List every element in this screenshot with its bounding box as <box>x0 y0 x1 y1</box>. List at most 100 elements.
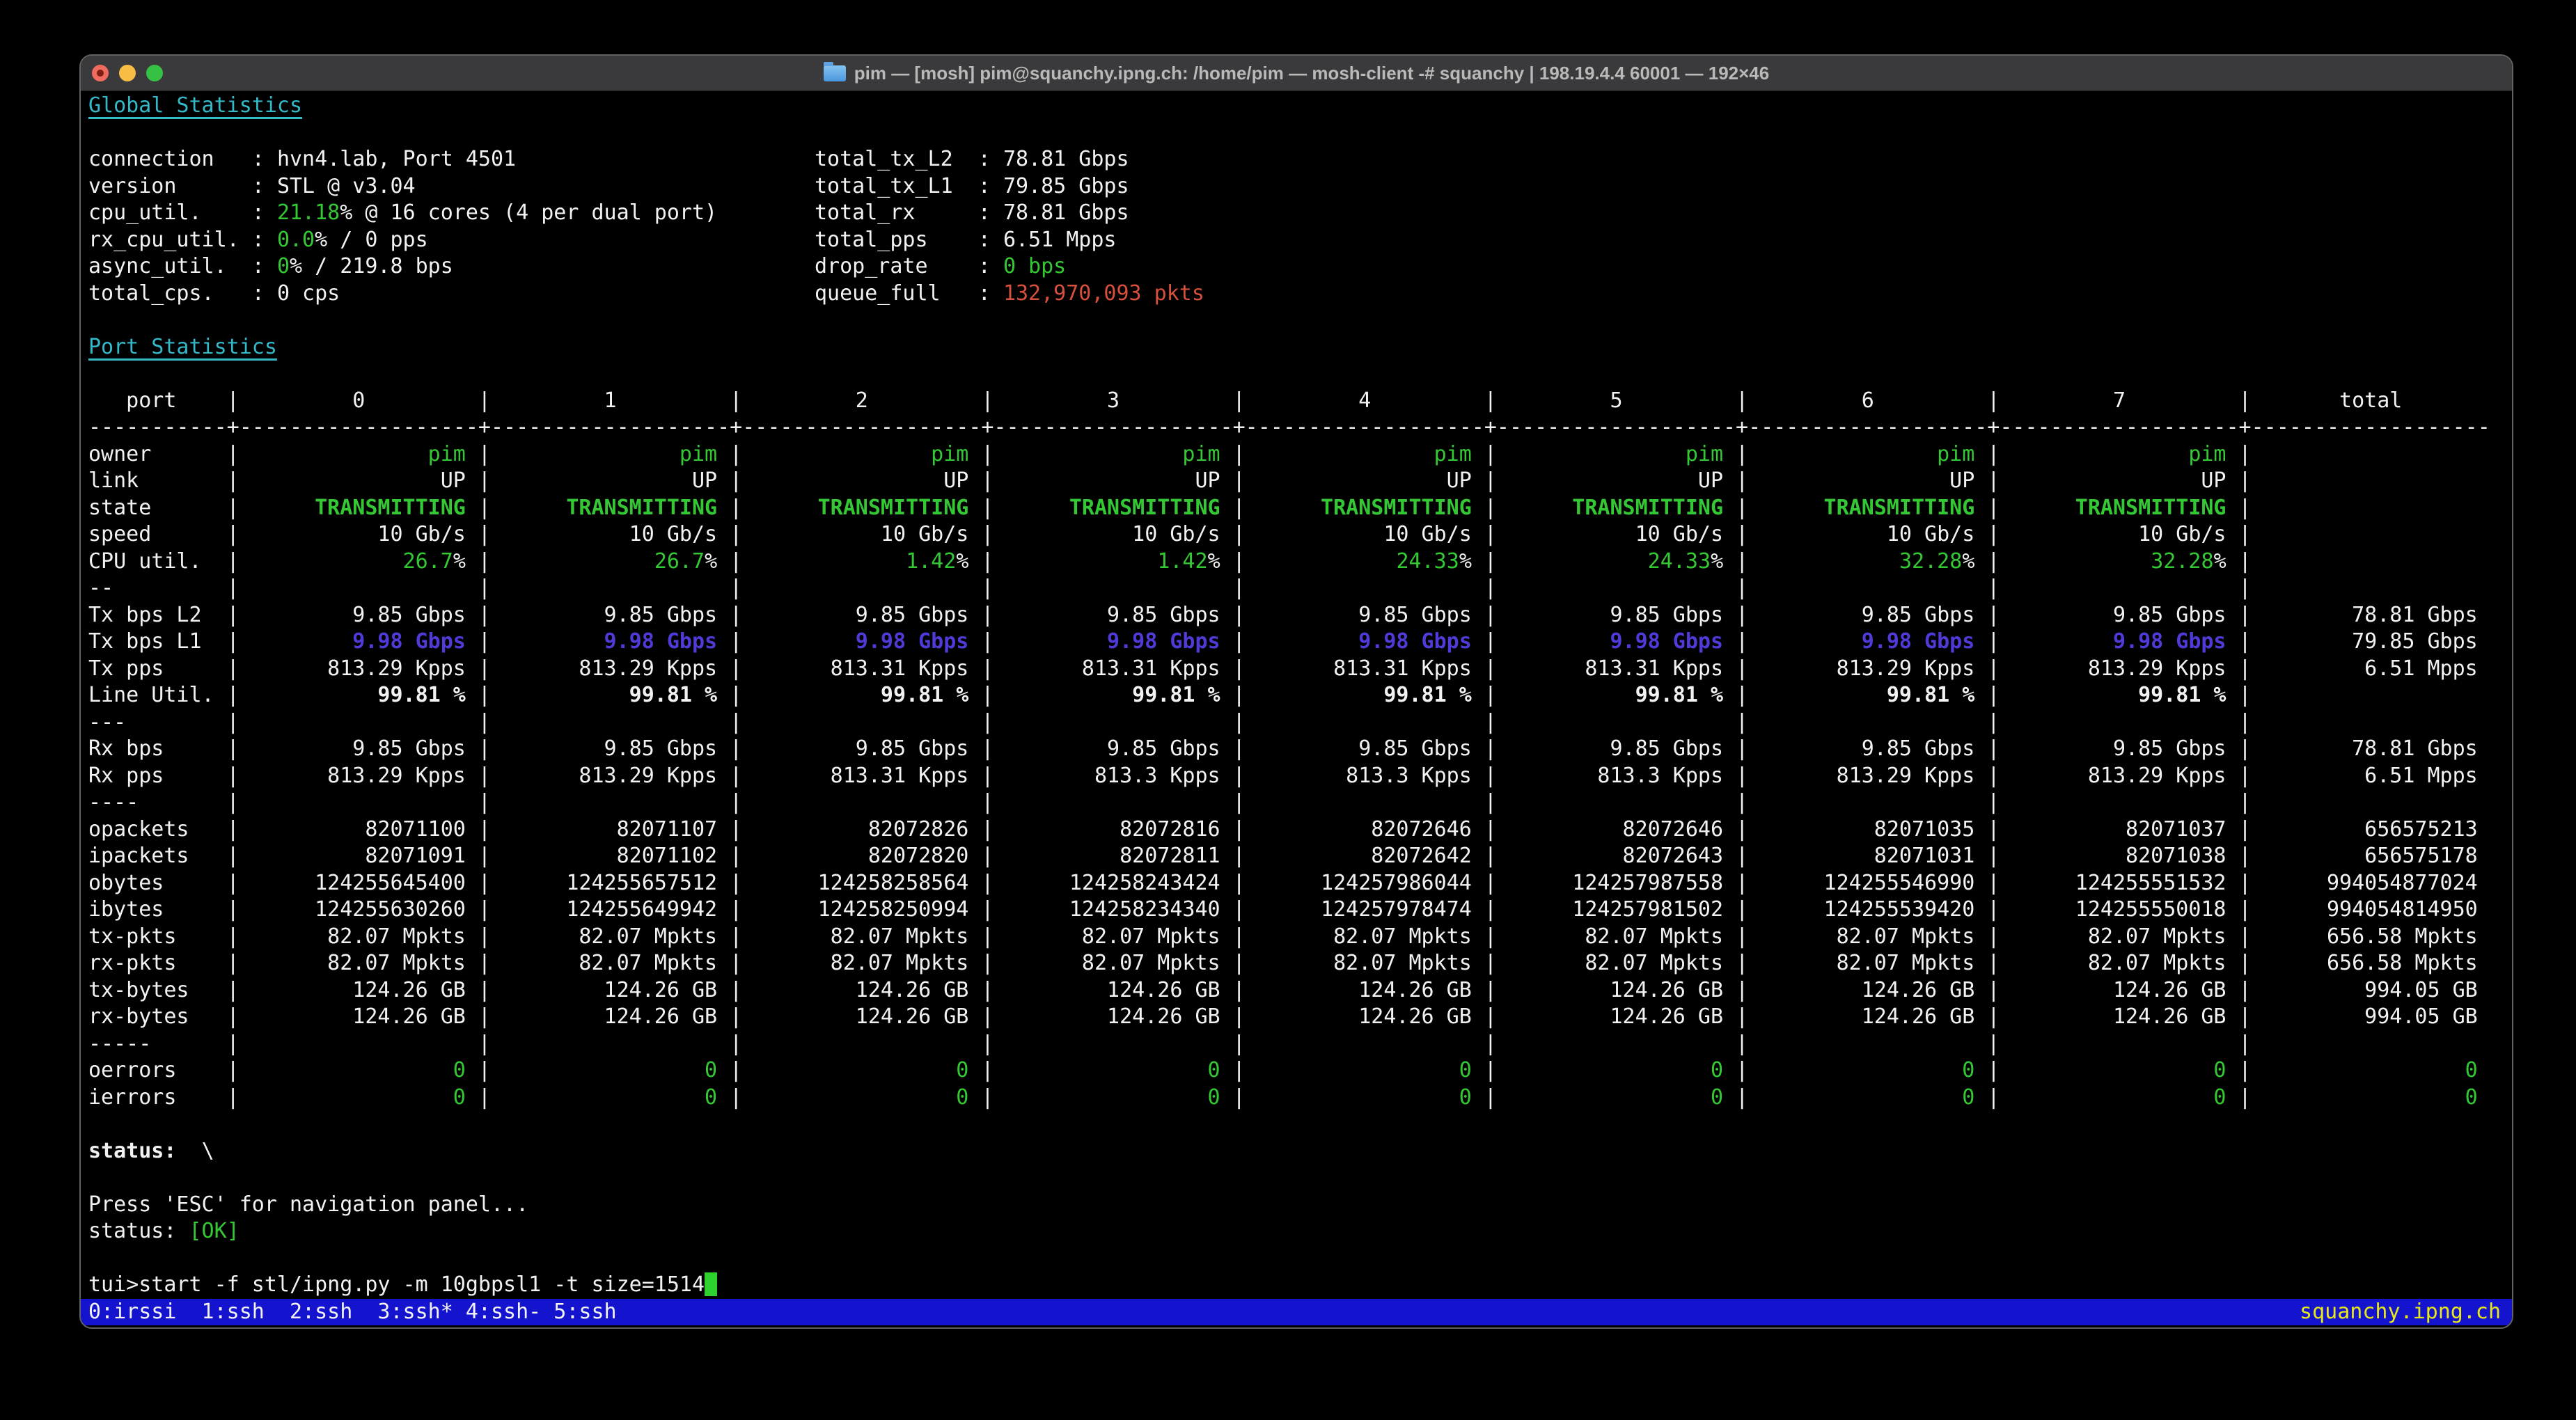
table-row: owner | pim | pim | pim | pim | pim | pi… <box>81 441 2512 468</box>
cell: 0 <box>1497 1058 1723 1082</box>
sep: | <box>1220 496 1246 520</box>
stat-value: 0 <box>277 254 290 278</box>
cell: 813.29 Kpps <box>239 764 466 788</box>
cell: 9.98 Gbps <box>1748 629 1974 654</box>
close-button[interactable] <box>92 65 109 81</box>
stat-label: total_tx_L2 : <box>815 147 1003 171</box>
global-stat-line: cpu_util. : 21.18% @ 16 cores (4 per dua… <box>81 200 2512 227</box>
cell: UP <box>1748 468 1974 493</box>
sep: | <box>1220 844 1246 868</box>
divider-rule: --- | | | | | | | | | <box>88 710 2252 734</box>
sep: | <box>2226 897 2252 922</box>
sep: | <box>1974 656 2000 681</box>
cell: 82.07 Mpkts <box>1246 951 1472 975</box>
table-row: link | UP | UP | UP | UP | UP | UP | UP … <box>81 468 2512 495</box>
pad <box>1246 549 1397 574</box>
divider-rule: ----- | | | | | | | | | <box>88 1032 2252 1056</box>
cell: 124.26 GB <box>239 978 466 1002</box>
cell: 9.85 Gbps <box>239 736 466 761</box>
cell: 82.07 Mpkts <box>742 951 968 975</box>
sep: | <box>1974 1058 2000 1082</box>
table-row: CPU util. | 26.7% | 26.7% | 1.42% | 1.42… <box>81 549 2512 576</box>
sep: | <box>968 468 994 493</box>
total-cell <box>2252 442 2478 466</box>
cell: 124.26 GB <box>1246 1004 1472 1029</box>
cell: 124255550018 <box>2000 897 2226 922</box>
cell: 124.26 GB <box>239 1004 466 1029</box>
total-cell: 994054877024 <box>2252 871 2478 895</box>
total-cell: 6.51 Mpps <box>2252 656 2478 681</box>
sep: | <box>466 1085 491 1110</box>
sep: | <box>968 978 994 1002</box>
row-label: tx-bytes | <box>88 978 239 1002</box>
sep: | <box>717 1085 742 1110</box>
cell: 124258258564 <box>742 871 968 895</box>
sep: | <box>1974 1085 2000 1110</box>
sep: | <box>717 522 742 546</box>
sep: | <box>466 629 491 654</box>
stat-label: connection : <box>88 147 277 171</box>
cell: 0 <box>742 1058 968 1082</box>
port-stats-title: Port Statistics <box>81 334 2512 361</box>
stat-label: queue_full : <box>815 281 1003 306</box>
cell: 1.42 <box>1157 549 1207 574</box>
sep: | <box>968 442 994 466</box>
terminal-window: pim — [mosh] pim@squanchy.ipng.ch: /home… <box>79 54 2513 1329</box>
cell: 124.26 GB <box>742 1004 968 1029</box>
cell: 82.07 Mpkts <box>742 924 968 949</box>
cell: 0 <box>239 1085 466 1110</box>
sep: | <box>1220 1004 1246 1029</box>
cell: 0 <box>1246 1058 1472 1082</box>
cell: 9.85 Gbps <box>742 736 968 761</box>
cell: 124258250994 <box>742 897 968 922</box>
sep: | <box>717 603 742 627</box>
table-row: Tx bps L2 | 9.85 Gbps | 9.85 Gbps | 9.85… <box>81 602 2512 629</box>
global-stats: connection : hvn4.lab, Port 4501total_tx… <box>81 146 2512 307</box>
sep: | <box>968 736 994 761</box>
table-section-divider: -- | | | | | | | | | <box>81 575 2512 602</box>
column-header: 4 | <box>1246 388 1497 413</box>
zoom-button[interactable] <box>146 65 163 81</box>
sep: | <box>1220 871 1246 895</box>
total-cell <box>2252 522 2478 546</box>
prompt-line[interactable]: tui>start -f stl/ipng.py -m 10gbpsl1 -t … <box>81 1272 2512 1299</box>
sep: | <box>466 764 491 788</box>
cell: UP <box>239 468 466 493</box>
sep: | <box>1974 629 2000 654</box>
sep: | <box>466 656 491 681</box>
total-cell: 994.05 GB <box>2252 1004 2478 1029</box>
sep: | <box>2226 442 2252 466</box>
total-cell <box>2252 468 2478 493</box>
sep: | <box>2226 1085 2252 1110</box>
cell: 124258234340 <box>994 897 1220 922</box>
cell: 813.29 Kpps <box>239 656 466 681</box>
sep: | <box>1472 817 1497 842</box>
sep: | <box>2226 951 2252 975</box>
sep: | <box>2226 683 2252 707</box>
sep: | <box>466 603 491 627</box>
blank-line <box>81 1165 2512 1192</box>
sep: | <box>466 978 491 1002</box>
cell: 0 <box>994 1058 1220 1082</box>
cell: 9.85 Gbps <box>239 603 466 627</box>
sep: | <box>1723 844 1748 868</box>
total-cell <box>2252 549 2478 574</box>
sep: | <box>1472 629 1497 654</box>
table-row: oerrors | 0 | 0 | 0 | 0 | 0 | 0 | 0 | 0 … <box>81 1057 2512 1084</box>
cell: 124.26 GB <box>491 978 717 1002</box>
sep: | <box>2226 522 2252 546</box>
sep: | <box>1723 924 1748 949</box>
cell: 1.42 <box>906 549 956 574</box>
titlebar[interactable]: pim — [mosh] pim@squanchy.ipng.ch: /home… <box>81 56 2512 91</box>
cell: pim <box>491 442 717 466</box>
window-title-area: pim — [mosh] pim@squanchy.ipng.ch: /home… <box>824 63 1769 84</box>
pad <box>1748 549 1899 574</box>
sep: | <box>717 764 742 788</box>
total-cell: 0 <box>2252 1058 2478 1082</box>
sep: | <box>1220 1085 1246 1110</box>
sep: | <box>1723 1085 1748 1110</box>
esc-hint-line: Press 'ESC' for navigation panel... <box>81 1192 2512 1219</box>
cell: 0 <box>742 1085 968 1110</box>
minimize-button[interactable] <box>119 65 136 81</box>
table-row: speed | 10 Gb/s | 10 Gb/s | 10 Gb/s | 10… <box>81 521 2512 549</box>
